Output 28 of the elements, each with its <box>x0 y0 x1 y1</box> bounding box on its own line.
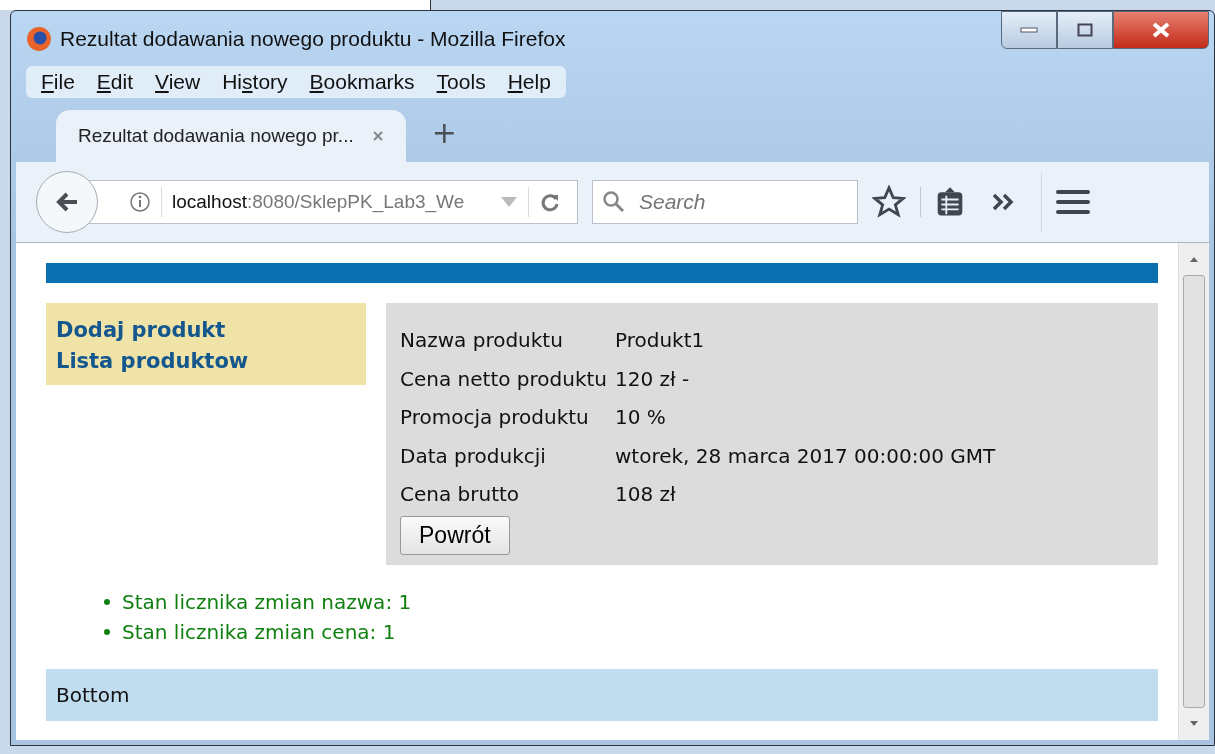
field-label: Cena brutto <box>400 481 521 508</box>
browser-tab[interactable]: Rezultat dodawania nowego pr... <box>56 110 406 162</box>
field-value: wtorek, 28 marca 2017 00:00:00 GMT <box>615 442 997 470</box>
window-title: Rezultat dodawania nowego produktu - Mozilla Firefox <box>60 26 566 51</box>
search-field[interactable]: Search <box>592 180 858 224</box>
address-field[interactable]: localhost:8080/SklepPK_Lab3_We <box>88 180 578 224</box>
field-label: Nazwa produktu <box>400 327 564 354</box>
new-tab-button[interactable]: + <box>431 115 457 150</box>
sidebar-link[interactable]: Lista produktow <box>56 346 356 377</box>
counter-text: Stan licznika zmian cena: 1 <box>122 618 396 646</box>
field-label: Data produkcji <box>400 442 547 470</box>
counter-text: Stan licznika zmian nazwa: 1 <box>122 588 412 616</box>
menu-item[interactable]: Tools <box>425 70 497 94</box>
field-value: 120 zł - <box>615 365 691 393</box>
field-value: Produkt1 <box>615 327 706 354</box>
menu-item[interactable]: Edit <box>85 70 145 94</box>
footer-text: Bottom <box>56 682 130 707</box>
field-label: Promocja produktu <box>400 404 590 431</box>
field-value: 10 % <box>615 404 667 431</box>
menu-item[interactable]: File <box>30 70 86 94</box>
menu-item[interactable]: History <box>211 70 299 94</box>
menu-item[interactable]: View <box>144 70 212 94</box>
back-button[interactable]: Powrót <box>400 515 510 555</box>
sidebar-link[interactable]: Dodaj produkt <box>56 315 356 346</box>
menu-item[interactable]: Bookmarks <box>298 70 426 94</box>
field-label: Cena netto produktu <box>400 365 607 393</box>
field-value: 108 zł <box>615 481 677 508</box>
menu-item[interactable]: Help <box>496 70 562 94</box>
